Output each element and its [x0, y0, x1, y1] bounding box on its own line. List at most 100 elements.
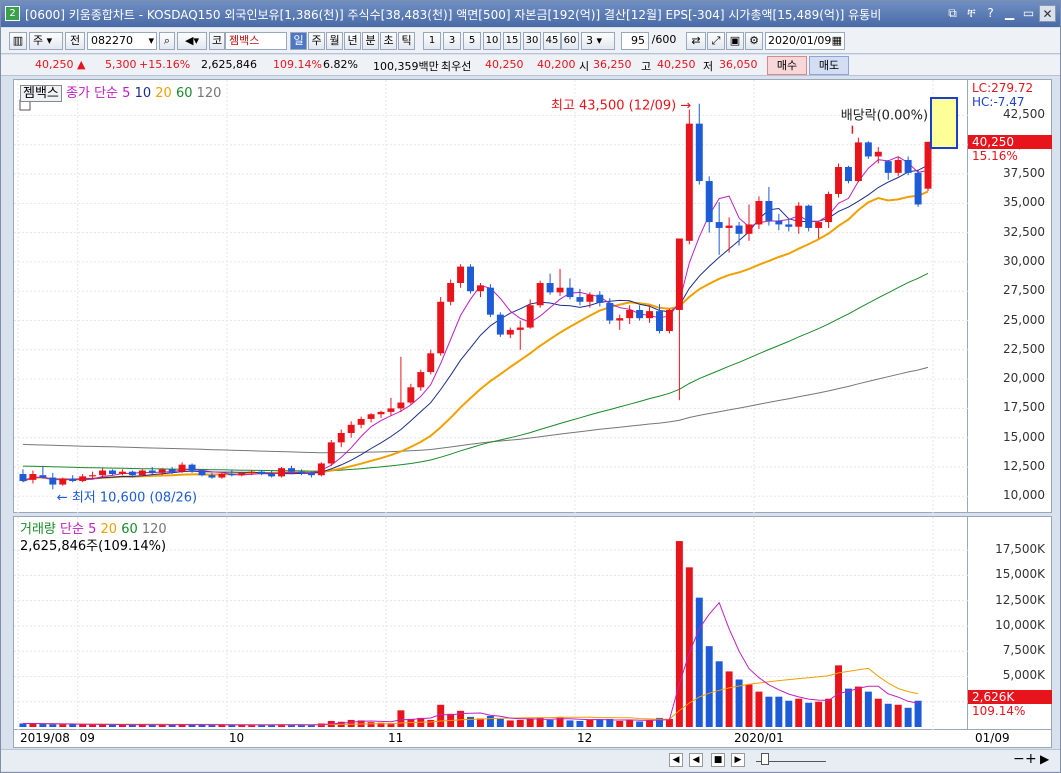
- scroll-next-icon[interactable]: ▶: [731, 753, 745, 767]
- stock-name-field[interactable]: 젬백스: [225, 32, 287, 50]
- volume-bar: [506, 720, 514, 727]
- candle-body: [665, 309, 673, 332]
- bid-price: 40,200: [537, 58, 576, 71]
- price-chart-svg: 최고 43,500 (12/09) → ← 최저 10,600 (08/26) 배당…: [14, 80, 969, 514]
- candle-body: [785, 224, 793, 227]
- period-tab-3[interactable]: 년: [344, 32, 361, 50]
- minute-tab-7[interactable]: 60: [561, 32, 579, 50]
- scroll-prev-icon[interactable]: ◀: [689, 753, 703, 767]
- volume-bar: [775, 696, 783, 727]
- period-tab-5[interactable]: 초: [380, 32, 397, 50]
- candle-body: [675, 238, 683, 310]
- chart-type-icon[interactable]: ▥: [9, 32, 27, 50]
- volume-bar: [109, 724, 116, 727]
- market-select[interactable]: 코: [209, 32, 225, 50]
- volume-bar: [725, 671, 733, 727]
- minute-tab-5[interactable]: 30: [523, 32, 541, 50]
- scroll-thumb[interactable]: [761, 753, 769, 765]
- candle-body: [795, 205, 803, 227]
- candle-body: [894, 159, 902, 173]
- stop-icon[interactable]: ■: [711, 753, 725, 767]
- candle-body: [99, 470, 107, 476]
- candle-body: [447, 283, 455, 302]
- volume-bar: [496, 718, 504, 727]
- restore-icon[interactable]: ⧉: [944, 5, 961, 22]
- zoom-slider[interactable]: [831, 753, 1031, 767]
- period-tab-1[interactable]: 주: [308, 32, 325, 50]
- candle-body: [128, 471, 136, 476]
- volume-bar: [894, 704, 902, 727]
- volume-bar: [884, 703, 892, 727]
- sell-button[interactable]: 매도: [809, 56, 849, 75]
- minute-tab-0[interactable]: 1: [423, 32, 441, 50]
- candle-body: [188, 464, 196, 471]
- minute-tab-2[interactable]: 5: [463, 32, 481, 50]
- pan-right-icon[interactable]: ▶: [1040, 752, 1049, 766]
- price-chart-pane[interactable]: 최고 43,500 (12/09) → ← 최저 10,600 (08/26) 배당…: [13, 79, 969, 514]
- draw-icon[interactable]: ⤢: [707, 32, 725, 50]
- search-icon[interactable]: ⌕: [159, 32, 175, 50]
- open-label: 시: [579, 60, 590, 73]
- count-input[interactable]: 95: [621, 32, 649, 50]
- date-tick-label: 2019/08: [20, 731, 70, 745]
- volume-chart-pane[interactable]: 거래량 단순 5 20 60 120 2,625,846주(109.14%): [13, 516, 969, 731]
- period-main-select[interactable]: 주 ▾: [29, 32, 63, 50]
- title-bar[interactable]: 2 [0600] 키움종합차트 - KOSDAQ150 외국인보유[1,386(…: [1, 1, 1060, 27]
- period-tab-4[interactable]: 분: [362, 32, 379, 50]
- date-tick-label: 11: [387, 731, 404, 745]
- price-tick-label: 20,000: [1003, 371, 1045, 386]
- price-tick-label: 37,500: [1003, 166, 1045, 181]
- maximize-icon[interactable]: ▭: [1020, 5, 1037, 22]
- minute-tab-6[interactable]: 45: [543, 32, 561, 50]
- candle-body: [705, 181, 713, 223]
- compare-icon[interactable]: ⇄: [686, 32, 706, 50]
- buy-button[interactable]: 매수: [767, 56, 807, 75]
- close-icon[interactable]: ✕: [1039, 5, 1056, 22]
- low-price: 36,050: [719, 58, 758, 71]
- volume-bar: [208, 725, 216, 727]
- minute-select[interactable]: 3 ▾: [581, 32, 615, 50]
- minute-tab-3[interactable]: 10: [483, 32, 501, 50]
- current-pct-label: 15.16%: [972, 148, 1018, 163]
- vol-ma5-line: [23, 601, 919, 726]
- minute-tab-4[interactable]: 15: [503, 32, 521, 50]
- candle-body: [636, 309, 644, 319]
- price-tick-label: 25,000: [1003, 312, 1045, 327]
- zoom-out-icon[interactable]: −: [1013, 751, 1025, 767]
- gear-icon[interactable]: ⚙: [745, 32, 763, 50]
- volume-tick-label: 7,500K: [1002, 643, 1045, 658]
- save-icon[interactable]: ▣: [726, 32, 744, 50]
- minute-tab-1[interactable]: 3: [443, 32, 461, 50]
- price-legend-name[interactable]: 젬백스: [20, 85, 62, 102]
- scroll-first-icon[interactable]: ◀: [669, 753, 683, 767]
- volume-bar: [427, 719, 435, 727]
- period-tab-0[interactable]: 일: [290, 32, 307, 50]
- sound-icon[interactable]: ◀▾: [177, 32, 207, 50]
- zoom-in-icon[interactable]: +: [1025, 751, 1037, 767]
- volume-bar: [815, 701, 823, 727]
- volume-bar: [347, 719, 355, 727]
- turnover-rate: 6.82%: [323, 58, 358, 71]
- period-tab-6[interactable]: 틱: [398, 32, 415, 50]
- candle-body: [536, 283, 544, 306]
- candle-body: [646, 311, 654, 319]
- volume-bar: [367, 722, 375, 727]
- volume-tick-label: 5,000K: [1002, 668, 1045, 683]
- candle-body: [218, 474, 226, 478]
- candle-body: [377, 411, 385, 415]
- period-tab-2[interactable]: 월: [326, 32, 343, 50]
- stock-code-input[interactable]: 082270 ▾: [87, 32, 157, 50]
- pin-icon[interactable]: ቸ: [963, 5, 980, 22]
- volume-bar: [864, 691, 872, 727]
- minimize-icon[interactable]: ▁: [1001, 5, 1018, 22]
- prev-button[interactable]: 전: [65, 32, 85, 50]
- candle-body: [616, 318, 624, 321]
- candle-body: [596, 294, 604, 303]
- high-price: 40,250: [657, 58, 696, 71]
- date-input[interactable]: 2020/01/09 ▦: [765, 32, 845, 50]
- volume-bar: [904, 707, 912, 727]
- volume-bar: [675, 541, 683, 727]
- hc-label: HC:-7.47: [972, 95, 1025, 109]
- help-icon[interactable]: ?: [982, 5, 999, 22]
- candle-body: [387, 408, 395, 412]
